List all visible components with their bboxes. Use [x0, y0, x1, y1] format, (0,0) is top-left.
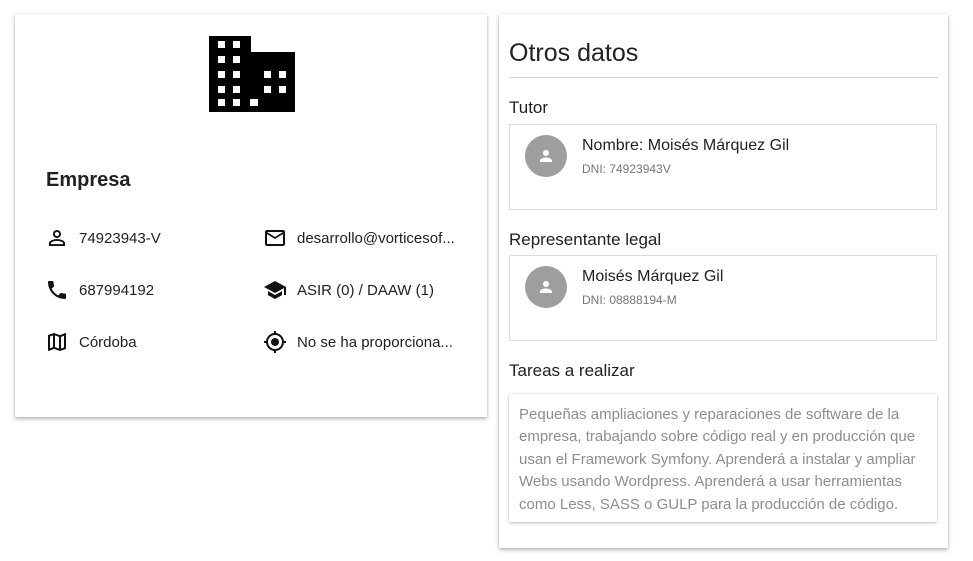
- company-city: Córdoba: [45, 330, 245, 354]
- person-icon: [540, 150, 552, 162]
- legal-rep-box: Moisés Márquez Gil DNI: 08888194-M: [509, 255, 937, 341]
- avatar: [525, 266, 567, 308]
- tutor-heading: Tutor: [509, 98, 549, 117]
- company-phone: 687994192: [45, 278, 245, 302]
- other-data-card: Otros datos Tutor Nombre: Moisés Márquez…: [499, 14, 948, 548]
- tasks-heading: Tareas a realizar: [509, 361, 635, 380]
- graduation-cap-icon: [264, 281, 286, 299]
- map-icon: [48, 333, 66, 351]
- title-divider: [509, 77, 938, 78]
- company-email-value[interactable]: desarrollo@vorticesof...: [297, 230, 455, 247]
- tutor-name: Nombre: Moisés Márquez Gil: [582, 137, 790, 154]
- company-title: Empresa: [46, 169, 131, 191]
- tutor-dni: DNI: 74923943V: [582, 162, 671, 176]
- company-city-value: Córdoba: [79, 333, 137, 351]
- company-location: No se ha proporciona...: [263, 330, 473, 354]
- company-email[interactable]: desarrollo@vorticesof...: [263, 226, 473, 250]
- legal-rep-name: Moisés Márquez Gil: [582, 268, 724, 285]
- crosshair-location-icon: [264, 331, 286, 353]
- mail-icon: [265, 230, 285, 246]
- tasks-text: Pequeñas ampliaciones y reparaciones de …: [509, 394, 937, 522]
- avatar: [525, 135, 567, 177]
- person-icon: [540, 281, 552, 293]
- company-courses-value: ASIR (0) / DAAW (1): [297, 281, 434, 299]
- person-icon: [49, 230, 65, 246]
- company-dni: 74923943-V: [45, 226, 245, 250]
- company-card: Empresa 74923943-V desarrollo@vorticesof…: [15, 14, 487, 417]
- legal-rep-heading: Representante legal: [509, 230, 662, 249]
- legal-rep-dni: DNI: 08888194-M: [582, 293, 677, 307]
- company-phone-value: 687994192: [79, 281, 155, 299]
- tutor-box: Nombre: Moisés Márquez Gil DNI: 74923943…: [509, 124, 937, 210]
- company-dni-value: 74923943-V: [79, 229, 161, 247]
- other-data-title: Otros datos: [509, 39, 639, 67]
- company-courses: ASIR (0) / DAAW (1): [263, 278, 473, 302]
- phone-icon: [48, 281, 66, 299]
- company-location-value: No se ha proporciona...: [297, 333, 453, 351]
- office-building-icon: [209, 36, 295, 112]
